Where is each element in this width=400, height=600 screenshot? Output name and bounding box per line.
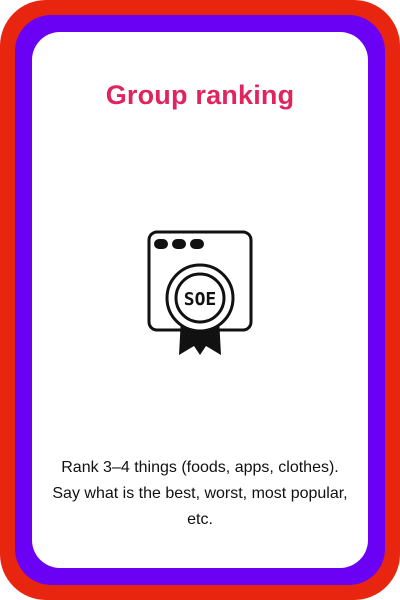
award-certificate-icon: SOE — [145, 228, 255, 360]
medal-text: SOE — [184, 289, 217, 310]
card-title: Group ranking — [105, 80, 295, 110]
card-description: Rank 3–4 things (foods, apps, clothes). … — [52, 459, 348, 528]
